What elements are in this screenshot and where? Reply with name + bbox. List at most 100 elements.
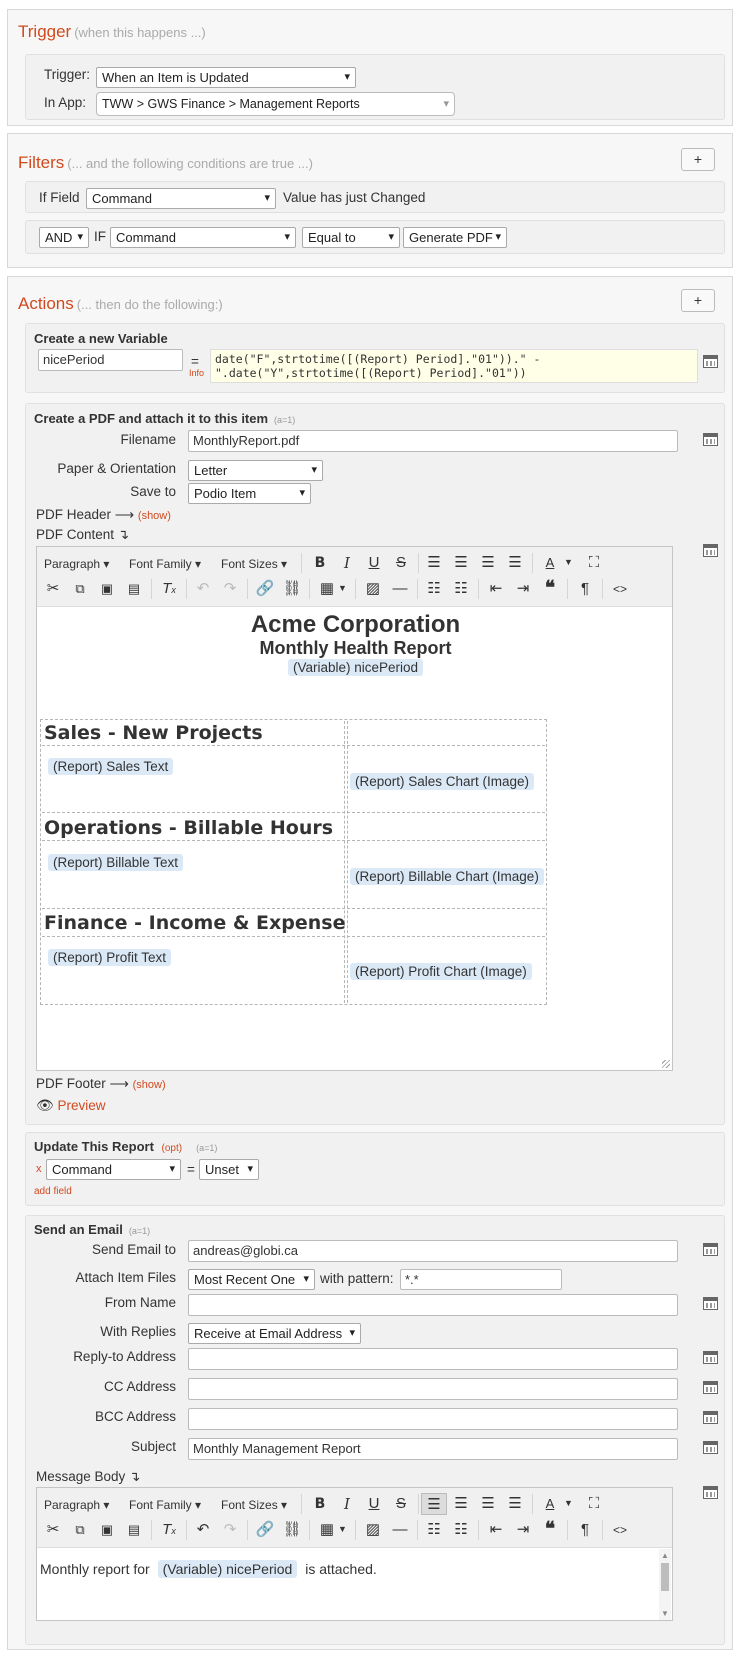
bold-icon[interactable]: B <box>307 1493 333 1515</box>
fullscreen-icon[interactable]: ⛶ <box>581 552 607 574</box>
add-field-link[interactable]: add field <box>34 1186 72 1197</box>
save-to-select[interactable]: Podio Item <box>188 483 311 504</box>
message-body-editor[interactable]: Paragraph ▾ Font Family ▾ Font Sizes ▾ B… <box>36 1487 673 1621</box>
update-value-select[interactable]: Unset <box>199 1159 259 1180</box>
table-chevron-icon[interactable]: ▼ <box>338 583 347 593</box>
bcc-field-picker-icon[interactable] <box>703 1411 718 1424</box>
link-icon[interactable]: 🔗 <box>252 1519 278 1541</box>
from-input[interactable] <box>188 1294 678 1316</box>
content-field-picker-icon[interactable] <box>703 544 718 557</box>
info-link[interactable]: Info <box>189 368 204 378</box>
filename-field-picker-icon[interactable] <box>703 433 718 446</box>
pdf-footer-show-link[interactable]: (show) <box>133 1079 166 1091</box>
paste-text-icon[interactable]: ▤ <box>121 578 147 600</box>
undo-icon[interactable]: ↶ <box>190 1519 216 1541</box>
numbered-list-icon[interactable]: ☷ <box>448 578 474 600</box>
profit-text-token[interactable]: (Report) Profit Text <box>48 949 172 966</box>
font-sizes-dropdown[interactable]: Font Sizes ▾ <box>221 557 287 571</box>
filter2-field-select[interactable]: Command <box>110 227 296 248</box>
bullet-list-icon[interactable]: ☷ <box>421 578 447 600</box>
paste-icon[interactable]: ▣ <box>94 578 120 600</box>
font-family-dropdown[interactable]: Font Family ▾ <box>129 1498 201 1512</box>
filter-field-select[interactable]: Command <box>86 188 276 209</box>
attach-select[interactable]: Most Recent One <box>188 1269 315 1290</box>
reply-to-field-picker-icon[interactable] <box>703 1351 718 1364</box>
body-field-picker-icon[interactable] <box>703 1486 718 1499</box>
horizontal-rule-icon[interactable]: — <box>387 578 413 600</box>
align-justify-icon[interactable]: ☰ <box>502 1493 528 1515</box>
italic-icon[interactable]: I <box>334 1493 360 1515</box>
indent-icon[interactable]: ⇥ <box>510 1519 536 1541</box>
clear-format-icon[interactable]: Tx <box>156 1519 182 1541</box>
redo-icon[interactable]: ↷ <box>217 578 243 600</box>
blockquote-icon[interactable]: ❝ <box>537 1519 563 1541</box>
conjunction-select[interactable]: AND <box>39 227 89 248</box>
reply-to-input[interactable] <box>188 1348 678 1370</box>
pattern-input[interactable]: *.* <box>400 1269 562 1290</box>
font-sizes-dropdown[interactable]: Font Sizes ▾ <box>221 1498 287 1512</box>
filename-input[interactable]: MonthlyReport.pdf <box>188 430 678 452</box>
add-filter-button[interactable]: + <box>681 148 715 171</box>
replies-select[interactable]: Receive at Email Address <box>188 1323 361 1344</box>
link-icon[interactable]: 🔗 <box>252 578 278 600</box>
variable-expression[interactable]: date("F",strtotime([(Report) Period]."01… <box>210 349 698 383</box>
in-app-select[interactable]: TWW > GWS Finance > Management Reports <box>96 92 455 116</box>
numbered-list-icon[interactable]: ☷ <box>448 1519 474 1541</box>
resize-handle-icon[interactable] <box>662 1060 670 1068</box>
table-icon[interactable]: ▦ <box>314 578 340 600</box>
image-icon[interactable]: ▨ <box>360 1519 386 1541</box>
copy-icon[interactable]: ⧉ <box>67 1519 93 1541</box>
align-center-icon[interactable]: ☰ <box>448 1493 474 1515</box>
variable-name-input[interactable]: nicePeriod <box>38 349 183 371</box>
body-scrollbar[interactable]: ▲ ▼ <box>659 1549 671 1620</box>
add-action-button[interactable]: + <box>681 289 715 312</box>
bcc-input[interactable] <box>188 1408 678 1430</box>
paste-icon[interactable]: ▣ <box>94 1519 120 1541</box>
strikethrough-icon[interactable]: S <box>388 552 414 574</box>
billable-chart-token[interactable]: (Report) Billable Chart (Image) <box>350 868 544 885</box>
italic-icon[interactable]: I <box>334 552 360 574</box>
subject-input[interactable]: Monthly Management Report <box>188 1438 678 1460</box>
paragraph-mark-icon[interactable]: ¶ <box>572 1519 598 1541</box>
underline-icon[interactable]: U <box>361 1493 387 1515</box>
to-field-picker-icon[interactable] <box>703 1243 718 1256</box>
preview-link[interactable]: 👁 Preview <box>36 1097 106 1114</box>
align-right-icon[interactable]: ☰ <box>475 552 501 574</box>
operator-select[interactable]: Equal to <box>302 227 400 248</box>
align-right-icon[interactable]: ☰ <box>475 1493 501 1515</box>
sales-text-token[interactable]: (Report) Sales Text <box>48 758 174 775</box>
bullet-list-icon[interactable]: ☷ <box>421 1519 447 1541</box>
scroll-down-icon[interactable]: ▼ <box>661 1609 669 1618</box>
align-justify-icon[interactable]: ☰ <box>502 552 528 574</box>
period-variable-token[interactable]: (Variable) nicePeriod <box>287 659 424 676</box>
table-icon[interactable]: ▦ <box>314 1519 340 1541</box>
filter-value-select[interactable]: Generate PDF <box>403 227 507 248</box>
indent-icon[interactable]: ⇥ <box>510 578 536 600</box>
paragraph-dropdown[interactable]: Paragraph ▾ <box>44 557 109 571</box>
table-chevron-icon[interactable]: ▼ <box>338 1524 347 1534</box>
paragraph-dropdown[interactable]: Paragraph ▾ <box>44 1498 109 1512</box>
text-color-chevron-icon[interactable]: ▼ <box>564 1498 573 1508</box>
redo-icon[interactable]: ↷ <box>217 1519 243 1541</box>
unlink-icon[interactable]: ⛓ <box>279 578 305 600</box>
unlink-icon[interactable]: ⛓ <box>279 1519 305 1541</box>
pdf-header-show-link[interactable]: (show) <box>138 510 171 522</box>
clear-format-icon[interactable]: Tx <box>156 578 182 600</box>
font-family-dropdown[interactable]: Font Family ▾ <box>129 557 201 571</box>
cc-field-picker-icon[interactable] <box>703 1381 718 1394</box>
subject-field-picker-icon[interactable] <box>703 1441 718 1454</box>
remove-field-link[interactable]: x <box>36 1163 42 1175</box>
horizontal-rule-icon[interactable]: — <box>387 1519 413 1541</box>
sales-chart-token[interactable]: (Report) Sales Chart (Image) <box>350 773 535 790</box>
source-code-icon[interactable]: <> <box>607 578 633 600</box>
profit-chart-token[interactable]: (Report) Profit Chart (Image) <box>350 963 532 980</box>
scroll-up-icon[interactable]: ▲ <box>661 1551 669 1560</box>
align-left-icon[interactable]: ☰ <box>421 552 447 574</box>
to-input[interactable]: andreas@globi.ca <box>188 1240 678 1262</box>
outdent-icon[interactable]: ⇤ <box>483 578 509 600</box>
text-color-icon[interactable]: A <box>537 552 563 574</box>
align-center-icon[interactable]: ☰ <box>448 552 474 574</box>
copy-icon[interactable]: ⧉ <box>67 578 93 600</box>
align-left-icon[interactable]: ☰ <box>421 1493 447 1515</box>
paper-select[interactable]: Letter <box>188 460 323 481</box>
